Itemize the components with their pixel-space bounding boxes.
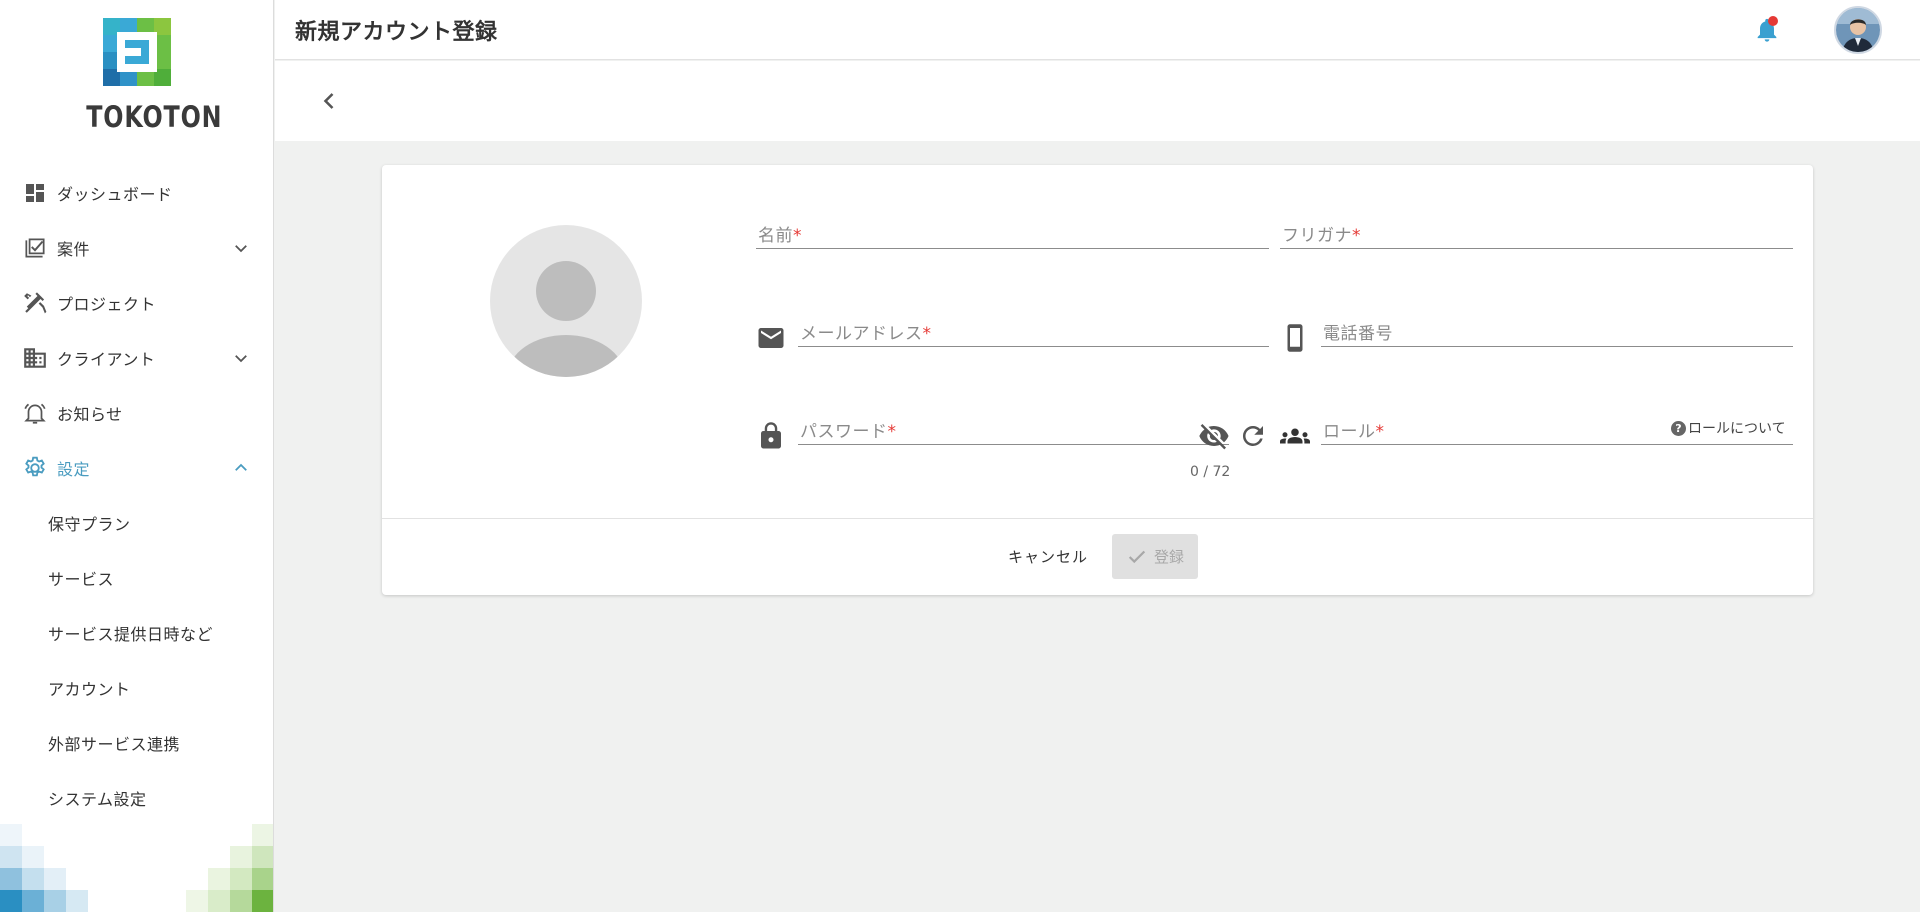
page-title: 新規アカウント登録 bbox=[295, 20, 498, 45]
sidebar-subitem-service[interactable]: サービス bbox=[0, 550, 273, 605]
sidebar-subitem-maintenance-plan[interactable]: 保守プラン bbox=[0, 495, 273, 550]
register-label: 登録 bbox=[1153, 548, 1184, 566]
sidebar-item-label: ダッシュボード bbox=[57, 184, 173, 204]
back-chevron-icon[interactable] bbox=[315, 87, 343, 115]
sidebar-item-label: 設定 bbox=[57, 459, 91, 479]
sidebar-item-client[interactable]: クライアント bbox=[0, 330, 273, 385]
group-icon bbox=[1280, 428, 1310, 444]
user-avatar[interactable] bbox=[1834, 6, 1882, 54]
role-help-label: ロールについて bbox=[1688, 421, 1786, 437]
task-checklist-icon bbox=[22, 235, 48, 261]
furigana-placeholder: フリガナ* bbox=[1282, 226, 1361, 246]
sidebar-item-label: 案件 bbox=[57, 239, 91, 259]
notification-bell-icon bbox=[22, 400, 48, 426]
furigana-field[interactable]: フリガナ* bbox=[1280, 209, 1793, 249]
email-field[interactable]: メールアドレス* bbox=[798, 307, 1269, 347]
role-placeholder: ロール* bbox=[1323, 422, 1385, 442]
sidebar-subitem-external-services[interactable]: 外部サービス連携 bbox=[0, 715, 273, 770]
notification-badge bbox=[1768, 16, 1778, 26]
page-toolbar bbox=[275, 61, 1920, 141]
email-placeholder: メールアドレス* bbox=[800, 324, 932, 344]
sidebar-nav: ダッシュボード 案件 プロジェクト クライアント お知らせ 設定 保守プラン サ… bbox=[0, 165, 273, 825]
sidebar-item-label: クライアント bbox=[57, 349, 156, 369]
visibility-off-icon[interactable] bbox=[1198, 420, 1230, 452]
sidebar-subitem-account[interactable]: アカウント bbox=[0, 660, 273, 715]
logo-text: TOKOTON bbox=[86, 100, 223, 134]
smartphone-icon bbox=[1287, 324, 1303, 352]
decorative-mosaic bbox=[0, 824, 273, 912]
lock-icon bbox=[761, 422, 781, 449]
sidebar-item-notice[interactable]: お知らせ bbox=[0, 385, 273, 440]
sidebar: TOKOTON ダッシュボード 案件 プロジェクト クライアント お知らせ 設定… bbox=[0, 0, 274, 912]
refresh-icon[interactable] bbox=[1238, 421, 1268, 451]
chevron-down-icon[interactable] bbox=[232, 349, 250, 367]
password-field-line-ext bbox=[1228, 405, 1229, 445]
sidebar-item-label: プロジェクト bbox=[57, 294, 157, 314]
check-icon bbox=[1128, 550, 1146, 563]
profile-image-placeholder[interactable] bbox=[490, 225, 642, 377]
sidebar-item-cases[interactable]: 案件 bbox=[0, 220, 273, 275]
sidebar-item-project[interactable]: プロジェクト bbox=[0, 275, 273, 330]
phone-placeholder: 電話番号 bbox=[1323, 324, 1393, 344]
question-icon: ? bbox=[1671, 420, 1686, 436]
sidebar-item-label: お知らせ bbox=[57, 404, 123, 424]
role-help-link[interactable]: ? ロールについて bbox=[1671, 418, 1786, 438]
cancel-button[interactable]: キャンセル bbox=[998, 534, 1098, 578]
tokoton-logo-mark bbox=[103, 18, 171, 86]
chevron-up-icon[interactable] bbox=[232, 459, 250, 477]
name-field[interactable]: 名前* bbox=[756, 209, 1269, 249]
building-icon bbox=[22, 345, 48, 371]
password-placeholder: パスワード* bbox=[800, 422, 897, 442]
register-button[interactable]: 登録 bbox=[1112, 534, 1198, 579]
gear-icon bbox=[22, 455, 48, 481]
card-divider bbox=[382, 518, 1813, 519]
chevron-down-icon[interactable] bbox=[232, 239, 250, 257]
top-header: 新規アカウント登録 bbox=[275, 0, 1920, 60]
mail-icon bbox=[758, 328, 784, 348]
dashboard-icon bbox=[22, 180, 48, 206]
account-form-card: 名前* フリガナ* メールアドレス* 電話番号 パスワード* 0 / 72 ロー… bbox=[382, 165, 1813, 595]
password-field[interactable]: パスワード* bbox=[798, 405, 1229, 445]
name-placeholder: 名前* bbox=[758, 226, 802, 246]
password-char-counter: 0 / 72 bbox=[1190, 464, 1231, 480]
phone-field[interactable]: 電話番号 bbox=[1321, 307, 1793, 347]
sidebar-subitem-service-schedule[interactable]: サービス提供日時など bbox=[0, 605, 273, 660]
tools-icon bbox=[22, 290, 48, 316]
sidebar-item-settings[interactable]: 設定 bbox=[0, 440, 273, 495]
sidebar-item-dashboard[interactable]: ダッシュボード bbox=[0, 165, 273, 220]
